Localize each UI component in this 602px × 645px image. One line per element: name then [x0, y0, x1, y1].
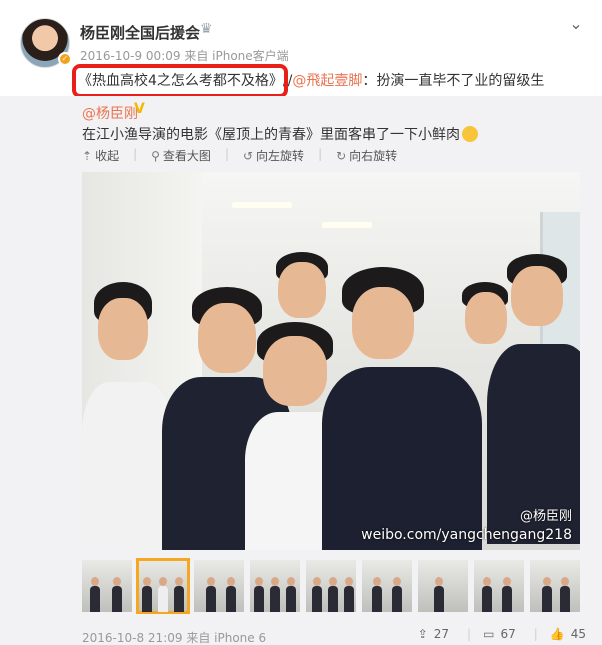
watermark-user: @杨臣刚 [519, 509, 572, 524]
original-post-body: 在江小渔导演的电影《屋顶上的青春》里面客串了一下小鲜肉 [82, 127, 460, 143]
watermark-url: weibo.com/yangchengang218 [361, 527, 572, 543]
original-post-text: 在江小渔导演的电影《屋顶上的青春》里面客串了一下小鲜肉 [82, 124, 478, 144]
smile-emoji-icon [462, 126, 478, 142]
thumbnail-strip [82, 558, 580, 614]
main-photo[interactable]: @杨臣刚 weibo.com/yangchengang218 [82, 172, 580, 550]
thumbnail[interactable] [194, 560, 244, 612]
photo-watermark: @杨臣刚 weibo.com/yangchengang218 [361, 508, 572, 544]
divider: | [467, 627, 472, 641]
post-text-rest: ：扮演一直毕不了业的留级生 [362, 73, 545, 89]
rotate-left-button[interactable]: ↺ 向左旋转 [243, 147, 304, 164]
collapse-icon: ⇡ [82, 148, 93, 163]
rotate-left-label: 向左旋转 [256, 149, 305, 163]
post-meta: 2016-10-9 00:09 来自 iPhone客户端 [80, 47, 289, 64]
collapse-button[interactable]: ⇡ 收起 [82, 147, 119, 164]
chevron-down-icon[interactable]: ⌄ [566, 14, 586, 34]
ceiling-light [232, 202, 292, 208]
repost-meta: 2016-10-8 21:09 来自 iPhone 6 [82, 629, 266, 645]
view-large-label: 查看大图 [162, 149, 211, 163]
rotate-right-icon: ↻ [336, 148, 347, 163]
crown-icon[interactable]: ♛ [200, 21, 218, 37]
highlight-annotation-box [72, 64, 288, 98]
magnify-icon: ⚲ [151, 148, 160, 163]
verified-badge-icon: ✓ [58, 52, 72, 66]
divider: | [224, 147, 229, 161]
repost-count: 27 [433, 627, 450, 641]
thumbnail[interactable] [82, 560, 132, 612]
username[interactable]: 杨臣刚全国后援会 [80, 22, 200, 43]
view-large-button[interactable]: ⚲ 查看大图 [151, 147, 211, 164]
rotate-left-icon: ↺ [242, 148, 254, 163]
thumbnail[interactable] [418, 560, 468, 612]
comment-icon: ▭ [483, 627, 495, 641]
rotate-right-button[interactable]: ↻ 向右旋转 [336, 147, 397, 164]
like-count: 45 [570, 627, 586, 641]
collapse-label: 收起 [95, 149, 120, 163]
like-button[interactable]: | 👍 45 [534, 627, 586, 641]
thumbnail[interactable] [530, 560, 580, 612]
post-header: ✓ 杨臣刚全国后援会 ♛ ⌄ 2016-10-9 00:09 来自 iPhone… [0, 0, 602, 98]
thumbnail[interactable] [306, 560, 356, 612]
divider: | [533, 627, 538, 641]
post-timestamp[interactable]: 2016-10-9 00:09 [80, 49, 181, 63]
mention-link[interactable]: @飛起壹脚 [292, 73, 362, 89]
repost-source: 来自 iPhone 6 [186, 631, 267, 645]
thumbs-up-icon: 👍 [549, 627, 565, 641]
engagement-stats: ⇪ 27 | ▭ 67 | 👍 45 [418, 627, 586, 641]
thumbnail-selected[interactable] [136, 558, 190, 614]
thumbnail[interactable] [362, 560, 412, 612]
thumbnail[interactable] [250, 560, 300, 612]
post-source: 来自 iPhone客户端 [184, 49, 289, 63]
thumbnail[interactable] [474, 560, 524, 612]
share-icon: ⇪ [417, 627, 428, 641]
ceiling-light [322, 222, 372, 228]
divider: | [318, 147, 323, 161]
image-actions: ⇡ 收起 | ⚲ 查看大图 | ↺ 向左旋转 | ↻ 向右旋转 [82, 147, 397, 164]
comment-button[interactable]: | ▭ 67 [467, 627, 516, 641]
repost-button[interactable]: ⇪ 27 [418, 627, 449, 641]
divider: | [133, 147, 138, 161]
rotate-right-label: 向右旋转 [349, 149, 398, 163]
comment-count: 67 [500, 627, 516, 641]
repost-timestamp[interactable]: 2016-10-8 21:09 [82, 631, 183, 645]
original-author-link[interactable]: @杨臣刚 [82, 103, 138, 123]
verified-v-icon: V [134, 101, 145, 117]
